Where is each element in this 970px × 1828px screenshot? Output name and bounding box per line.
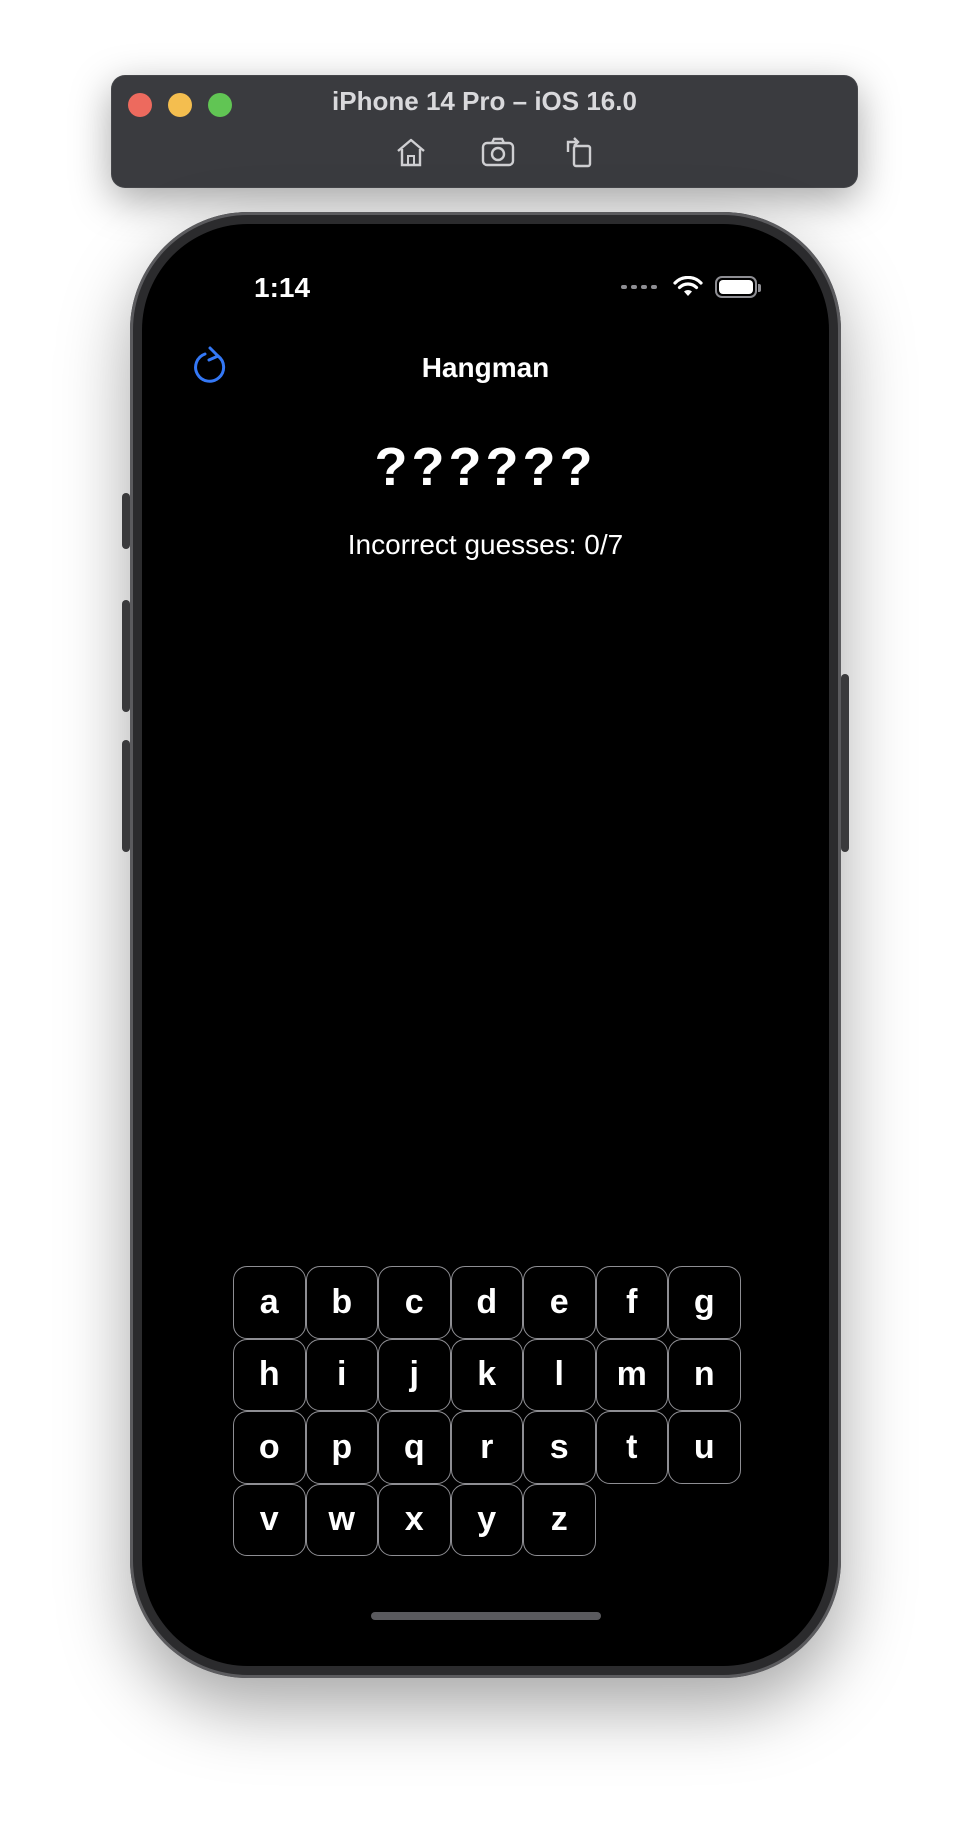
- letter-key[interactable]: f: [595, 1266, 668, 1339]
- letter-key[interactable]: s: [523, 1411, 596, 1484]
- action-button: [122, 493, 130, 549]
- letter-key[interactable]: t: [595, 1411, 668, 1484]
- letter-key[interactable]: k: [450, 1338, 523, 1411]
- letter-key[interactable]: r: [450, 1411, 523, 1484]
- cellular-signal-icon: [621, 285, 657, 289]
- letter-key[interactable]: b: [305, 1266, 378, 1339]
- letter-key[interactable]: j: [378, 1338, 451, 1411]
- letter-key[interactable]: d: [450, 1266, 523, 1339]
- keyboard-row: vwxyz: [233, 1483, 743, 1556]
- letter-key[interactable]: c: [378, 1266, 451, 1339]
- simulator-stage: iPhone 14 Pro – iOS 16.0 1:14 Hangman ??…: [0, 0, 970, 1828]
- masked-word: ??????: [374, 437, 597, 497]
- status-time: 1:14: [254, 272, 311, 303]
- wifi-icon: [673, 276, 703, 296]
- phone-screen: 1:14 Hangman ?????? Incorrect guesses: 0…: [142, 224, 829, 1666]
- status-indicators: [621, 276, 761, 298]
- letter-key[interactable]: o: [233, 1411, 306, 1484]
- keyboard-row: hijklmn: [233, 1338, 743, 1411]
- volume-down-button: [122, 740, 130, 852]
- letter-key[interactable]: h: [233, 1338, 306, 1411]
- letter-key[interactable]: w: [305, 1483, 378, 1556]
- letter-key[interactable]: a: [233, 1266, 306, 1339]
- letter-key[interactable]: x: [378, 1483, 451, 1556]
- volume-up-button: [122, 600, 130, 712]
- letter-key[interactable]: v: [233, 1483, 306, 1556]
- letter-key[interactable]: p: [305, 1411, 378, 1484]
- power-button: [841, 674, 849, 852]
- simulator-title: iPhone 14 Pro – iOS 16.0: [332, 86, 637, 116]
- letter-key[interactable]: z: [523, 1483, 596, 1556]
- letter-keyboard: abcdefghijklmnopqrstuvwxyz: [233, 1266, 743, 1556]
- home-indicator[interactable]: [371, 1612, 601, 1620]
- screenshot-icon[interactable]: [480, 134, 516, 170]
- letter-key[interactable]: n: [668, 1338, 741, 1411]
- letter-key[interactable]: g: [668, 1266, 741, 1339]
- home-icon[interactable]: [393, 134, 429, 170]
- letter-key[interactable]: q: [378, 1411, 451, 1484]
- letter-key[interactable]: m: [595, 1338, 668, 1411]
- letter-key[interactable]: e: [523, 1266, 596, 1339]
- keyboard-row: abcdefg: [233, 1266, 743, 1339]
- letter-key[interactable]: u: [668, 1411, 741, 1484]
- keyboard-row: opqrstu: [233, 1411, 743, 1484]
- page-title: Hangman: [421, 352, 550, 383]
- rotate-icon[interactable]: [560, 134, 596, 170]
- battery-icon: [715, 276, 761, 298]
- dynamic-island: [386, 246, 586, 304]
- letter-key[interactable]: l: [523, 1338, 596, 1411]
- letter-key[interactable]: i: [305, 1338, 378, 1411]
- incorrect-guesses-label: Incorrect guesses: 0/7: [347, 529, 624, 560]
- letter-key[interactable]: y: [450, 1483, 523, 1556]
